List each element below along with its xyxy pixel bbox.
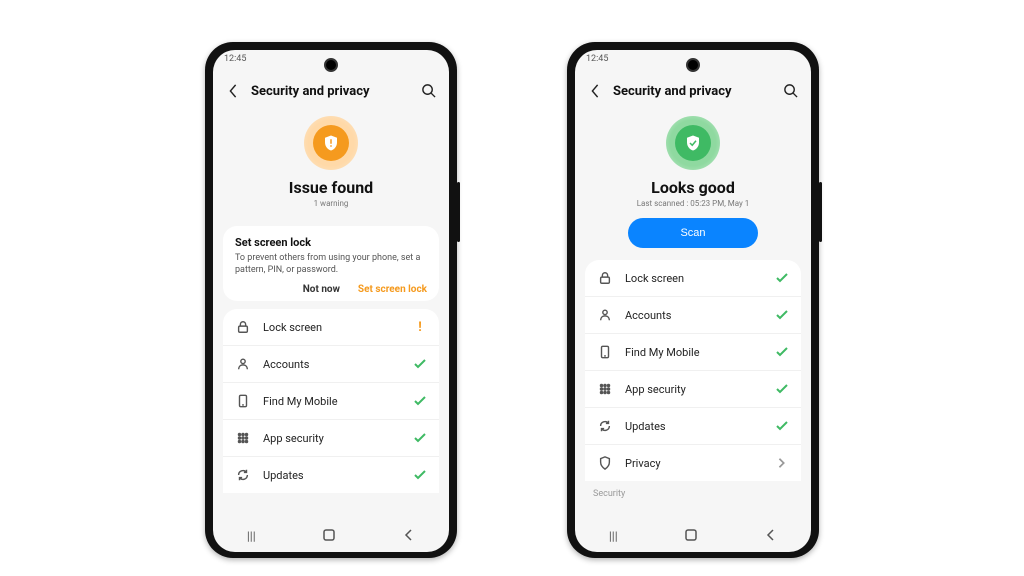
check-icon	[775, 345, 789, 359]
status-sub: Last scanned : 05:23 PM, May 1	[637, 199, 750, 208]
camera-cutout	[324, 58, 338, 72]
user-icon	[597, 307, 613, 323]
check-icon	[775, 271, 789, 285]
shield-alert-icon	[313, 125, 349, 161]
lock-icon	[235, 319, 251, 335]
list-item-label: Privacy	[625, 457, 775, 470]
search-icon[interactable]	[421, 83, 437, 99]
search-icon[interactable]	[783, 83, 799, 99]
recents-icon[interactable]: |||	[247, 529, 256, 543]
list-item[interactable]: Updates	[585, 408, 801, 445]
list-item[interactable]: Privacy	[585, 445, 801, 481]
nav-back-icon[interactable]	[765, 529, 777, 544]
back-icon[interactable]	[587, 83, 603, 99]
page-title: Security and privacy	[251, 84, 421, 99]
check-icon	[775, 419, 789, 433]
status-badge-warn	[304, 116, 358, 170]
nav-bar: |||	[575, 520, 811, 552]
section-label: Security	[575, 481, 811, 499]
back-icon[interactable]	[225, 83, 241, 99]
list-item[interactable]: Lock screen	[585, 260, 801, 297]
list-item[interactable]: App security	[585, 371, 801, 408]
recents-icon[interactable]: |||	[609, 529, 618, 543]
list-item-label: Accounts	[625, 309, 775, 322]
home-icon[interactable]	[685, 529, 697, 544]
list-item[interactable]: Find My Mobile	[585, 334, 801, 371]
page-title: Security and privacy	[613, 84, 783, 99]
chevron-right-icon	[775, 456, 789, 470]
list-item[interactable]: Accounts	[223, 346, 439, 383]
status-heading: Issue found	[289, 178, 373, 197]
update-icon	[235, 467, 251, 483]
scan-button[interactable]: Scan	[628, 218, 758, 248]
list-item-label: Accounts	[263, 358, 413, 371]
check-icon	[775, 308, 789, 322]
list-item[interactable]: Find My Mobile	[223, 383, 439, 420]
camera-cutout	[686, 58, 700, 72]
phone-good: 12:45 Security and privacy Looks good La…	[567, 42, 819, 558]
lock-icon	[597, 270, 613, 286]
user-icon	[235, 356, 251, 372]
list-item-label: Updates	[263, 469, 413, 482]
list-item[interactable]: Lock screen !	[223, 309, 439, 346]
recommendation-card: Set screen lock To prevent others from u…	[223, 226, 439, 301]
security-list: Lock screen Accounts Find My Mobile App …	[585, 260, 801, 481]
check-icon	[775, 382, 789, 396]
not-now-button[interactable]: Not now	[303, 284, 340, 295]
list-item-label: Find My Mobile	[625, 346, 775, 359]
update-icon	[597, 418, 613, 434]
alert-icon: !	[413, 320, 427, 334]
check-icon	[413, 357, 427, 371]
set-screen-lock-button[interactable]: Set screen lock	[358, 284, 427, 295]
nav-back-icon[interactable]	[403, 529, 415, 544]
security-list: Lock screen ! Accounts Find My Mobile Ap…	[223, 309, 439, 493]
list-item[interactable]: Accounts	[585, 297, 801, 334]
list-item[interactable]: Updates	[223, 457, 439, 493]
grid-icon	[235, 430, 251, 446]
nav-bar: |||	[213, 520, 449, 552]
check-icon	[413, 468, 427, 482]
card-desc: To prevent others from using your phone,…	[235, 252, 427, 276]
list-item-label: App security	[625, 383, 775, 396]
grid-icon	[597, 381, 613, 397]
status-badge-ok	[666, 116, 720, 170]
list-item-label: Lock screen	[263, 321, 413, 334]
card-title: Set screen lock	[235, 236, 427, 249]
shield-check-icon	[675, 125, 711, 161]
list-item-label: Lock screen	[625, 272, 775, 285]
phone-issue: 12:45 Security and privacy Issue found 1…	[205, 42, 457, 558]
status-sub: 1 warning	[314, 199, 349, 208]
check-icon	[413, 431, 427, 445]
list-item-label: App security	[263, 432, 413, 445]
check-icon	[413, 394, 427, 408]
list-item-label: Find My Mobile	[263, 395, 413, 408]
status-heading: Looks good	[651, 178, 735, 197]
list-item[interactable]: App security	[223, 420, 439, 457]
home-icon[interactable]	[323, 529, 335, 544]
device-icon	[597, 344, 613, 360]
privacy-icon	[597, 455, 613, 471]
list-item-label: Updates	[625, 420, 775, 433]
device-icon	[235, 393, 251, 409]
